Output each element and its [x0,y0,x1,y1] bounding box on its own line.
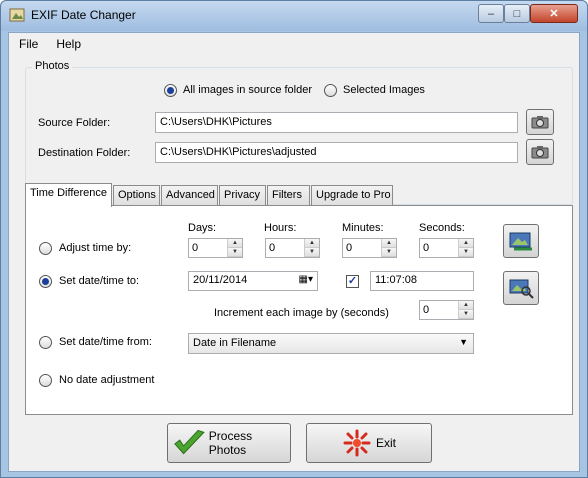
browse-destination-button[interactable] [526,139,554,165]
spin-down-icon[interactable]: ▼ [459,248,473,257]
radio-all-images[interactable] [164,84,177,97]
checkmark-icon [174,429,205,455]
days-header: Days: [188,222,217,234]
tab-upgrade-to-pro[interactable]: Upgrade to Pro [311,185,393,206]
set-date-from-label[interactable]: Set date/time from: [59,336,152,348]
spin-up-icon[interactable]: ▲ [459,239,473,248]
process-photos-label: Process Photos [208,429,253,457]
no-date-adjustment-label[interactable]: No date adjustment [59,374,154,386]
tab-filters[interactable]: Filters [267,185,310,206]
seconds-value: 0 [423,242,430,254]
spin-up-icon[interactable]: ▲ [305,239,319,248]
tab-strip: Time Difference Options Advanced Privacy… [25,183,573,207]
increment-value: 0 [423,304,430,316]
adjust-time-label[interactable]: Adjust time by: [59,242,131,254]
radio-all-images-label[interactable]: All images in source folder [183,84,312,96]
time-difference-panel: Days: Hours: Minutes: Seconds: Adjust ti… [25,205,573,415]
spin-down-icon[interactable]: ▼ [459,310,473,319]
minutes-value: 0 [346,242,353,254]
time-enabled-checkbox[interactable]: ✓ [346,275,359,288]
hours-stepper[interactable]: 0 ▲ ▼ [265,238,320,258]
set-date-time-label[interactable]: Set date/time to: [59,275,139,287]
date-source-value: Date in Filename [193,337,277,349]
camera-icon [531,116,549,129]
radio-no-date-adjustment[interactable] [39,374,52,387]
radio-selected-images-label[interactable]: Selected Images [343,84,425,96]
browse-source-button[interactable] [526,109,554,135]
photos-legend: Photos [32,60,73,72]
chevron-down-icon[interactable]: ▼ [459,337,468,347]
maximize-button[interactable]: □ [504,4,530,23]
seconds-stepper[interactable]: 0 ▲ ▼ [419,238,474,258]
spin-up-icon[interactable]: ▲ [382,239,396,248]
source-folder-input[interactable]: C:\Users\DHK\Pictures [155,112,518,133]
date-picker[interactable]: 20/11/2014 ▦▾ [188,271,318,291]
radio-adjust-time[interactable] [39,242,52,255]
camera-icon [531,146,549,159]
destination-folder-input[interactable]: C:\Users\DHK\Pictures\adjusted [155,142,518,163]
increment-stepper[interactable]: 0 ▲ ▼ [419,300,474,320]
radio-selected-images[interactable] [324,84,337,97]
photo-adjust-icon [509,232,532,251]
destination-folder-label: Destination Folder: [38,147,131,159]
spin-up-icon[interactable]: ▲ [459,301,473,310]
date-source-select[interactable]: Date in Filename ▼ [188,333,474,354]
menu-bar: File Help [9,33,579,55]
tab-advanced[interactable]: Advanced [161,185,218,206]
tab-time-difference[interactable]: Time Difference [25,183,112,207]
spin-down-icon[interactable]: ▼ [228,248,242,257]
exit-burst-icon [343,429,371,457]
increment-label: Increment each image by (seconds) [214,307,389,319]
tab-privacy[interactable]: Privacy [219,185,266,206]
radio-set-date-from[interactable] [39,336,52,349]
spin-down-icon[interactable]: ▼ [382,248,396,257]
time-input[interactable]: 11:07:08 [370,271,474,291]
spin-up-icon[interactable]: ▲ [228,239,242,248]
hours-value: 0 [269,242,276,254]
date-value: 20/11/2014 [193,274,248,286]
minutes-stepper[interactable]: 0 ▲ ▼ [342,238,397,258]
spin-down-icon[interactable]: ▼ [305,248,319,257]
title-bar[interactable]: EXIF Date Changer – □ ✕ [1,1,587,31]
menu-file[interactable]: File [19,37,38,51]
exit-button[interactable]: Exit [306,423,432,463]
close-button[interactable]: ✕ [530,4,578,23]
exit-label: Exit [375,436,396,450]
seconds-header: Seconds: [419,222,465,234]
photo-magnify-icon [509,279,534,299]
tab-options[interactable]: Options [113,185,160,206]
app-icon [9,8,25,22]
minimize-button[interactable]: – [478,4,504,23]
days-stepper[interactable]: 0 ▲ ▼ [188,238,243,258]
window-title: EXIF Date Changer [31,8,136,22]
menu-help[interactable]: Help [56,37,81,51]
process-photos-button[interactable]: Process Photos [167,423,291,463]
radio-set-date-time[interactable] [39,275,52,288]
client-area: File Help Photos All images in source fo… [8,32,580,472]
days-value: 0 [192,242,199,254]
app-window: EXIF Date Changer – □ ✕ File Help Photos… [0,0,588,478]
set-preview-button[interactable] [503,271,539,305]
calendar-dropdown-icon[interactable]: ▦▾ [299,274,313,285]
source-folder-label: Source Folder: [38,117,111,129]
minutes-header: Minutes: [342,222,384,234]
adjust-preview-button[interactable] [503,224,539,258]
hours-header: Hours: [264,222,297,234]
